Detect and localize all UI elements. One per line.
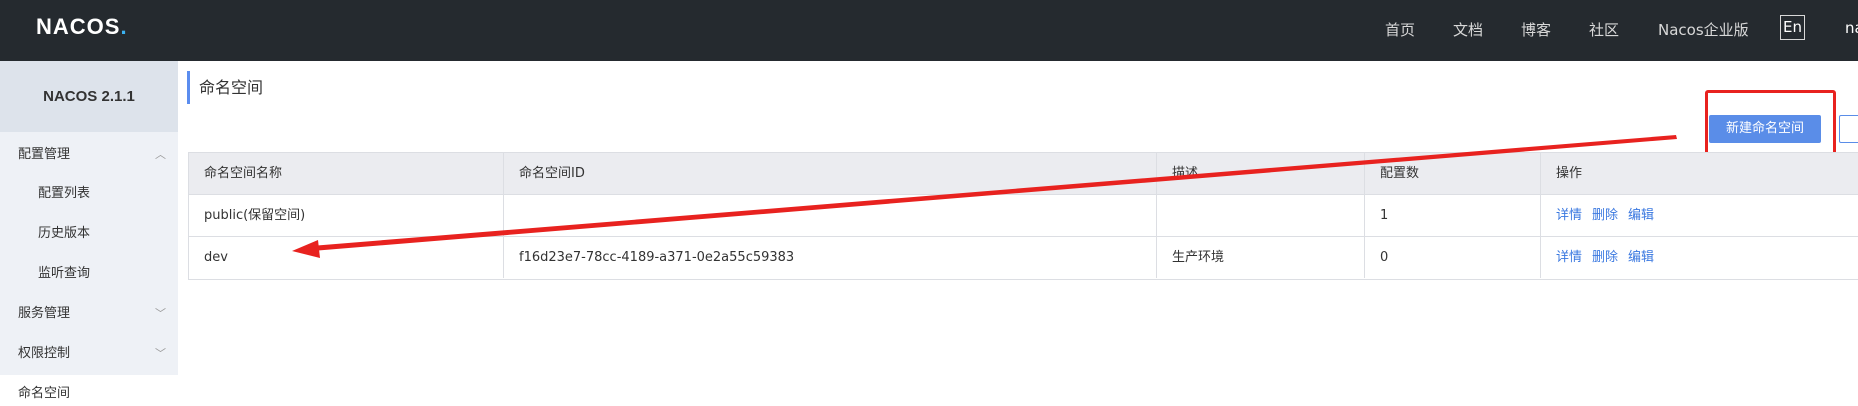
logo-dot: . (120, 14, 128, 39)
secondary-button[interactable] (1839, 115, 1858, 143)
detail-link[interactable]: 详情 (1556, 208, 1582, 223)
namespace-name-cell: dev (189, 237, 504, 278)
top-bar: NACOS. 首页 文档 博客 社区 Nacos企业版 En na (0, 0, 1858, 61)
sidebar-item-label: 命名空间 (18, 386, 71, 401)
config-count-cell: 1 (1365, 195, 1541, 236)
namespace-name-cell: public(保留空间) (189, 195, 504, 236)
nav-home[interactable]: 首页 (1385, 19, 1415, 40)
delete-link[interactable]: 删除 (1592, 208, 1618, 223)
sidebar-item-config-list[interactable]: 配置列表 (0, 175, 178, 213)
column-header-actions: 操作 (1556, 166, 1583, 181)
sidebar-item-service-management[interactable]: 服务管理 ﹀ (0, 295, 178, 333)
user-name[interactable]: na (1845, 19, 1858, 37)
sidebar-item-label: 权限控制 (18, 346, 71, 361)
actions-cell: 详情 删除 编辑 (1541, 237, 1858, 278)
edit-link[interactable]: 编辑 (1628, 250, 1654, 265)
column-header-config-count: 配置数 (1365, 153, 1541, 194)
logo-text: NACOS (36, 14, 121, 39)
language-toggle-button[interactable]: En (1780, 15, 1805, 40)
sidebar-item-history[interactable]: 历史版本 (0, 215, 178, 253)
detail-link[interactable]: 详情 (1556, 250, 1582, 265)
nav-blog[interactable]: 博客 (1521, 19, 1551, 40)
sidebar-item-label: 配置列表 (38, 186, 91, 201)
sidebar-item-config-management[interactable]: 配置管理 ︿ (0, 136, 178, 174)
namespace-id-cell (504, 195, 1157, 236)
sidebar-item-access-control[interactable]: 权限控制 ﹀ (0, 335, 178, 373)
table-header-row: 命名空间名称 命名空间ID 描述 配置数 操作 (189, 153, 1858, 195)
column-header-name: 命名空间名称 (189, 153, 504, 194)
table-row: dev f16d23e7-78cc-4189-a371-0e2a55c59383… (189, 237, 1858, 279)
sidebar-item-namespace[interactable]: 命名空间 (0, 375, 178, 406)
nav-enterprise[interactable]: Nacos企业版 (1658, 19, 1749, 40)
sidebar: NACOS 2.1.1 配置管理 ︿ 配置列表 历史版本 监听查询 服务管理 ﹀… (0, 61, 178, 406)
sidebar-item-label: 监听查询 (38, 266, 91, 281)
delete-link[interactable]: 删除 (1592, 250, 1618, 265)
sidebar-item-label: 历史版本 (38, 226, 91, 241)
sidebar-item-label: 配置管理 (18, 147, 71, 162)
nav-community[interactable]: 社区 (1589, 19, 1619, 40)
table-row: public(保留空间) 1 详情 删除 编辑 (189, 195, 1858, 237)
chevron-up-icon: ︿ (155, 148, 166, 161)
nacos-logo[interactable]: NACOS. (36, 14, 128, 40)
column-header-description: 描述 (1157, 153, 1365, 194)
actions-cell: 详情 删除 编辑 (1541, 195, 1858, 236)
sidebar-item-listener-query[interactable]: 监听查询 (0, 255, 178, 293)
chevron-down-icon: ﹀ (155, 347, 166, 360)
namespace-table: 命名空间名称 命名空间ID 描述 配置数 操作 public(保留空间) 1 详… (188, 152, 1858, 280)
description-cell: 生产环境 (1157, 237, 1365, 278)
description-cell (1157, 195, 1365, 236)
column-header-id: 命名空间ID (504, 153, 1157, 194)
chevron-down-icon: ﹀ (155, 307, 166, 320)
sidebar-version: NACOS 2.1.1 (0, 61, 178, 132)
config-count-cell: 0 (1365, 237, 1541, 278)
nav-docs[interactable]: 文档 (1453, 19, 1483, 40)
sidebar-item-label: 服务管理 (18, 306, 71, 321)
new-namespace-button[interactable]: 新建命名空间 (1709, 115, 1821, 143)
namespace-id-cell: f16d23e7-78cc-4189-a371-0e2a55c59383 (504, 237, 1157, 278)
edit-link[interactable]: 编辑 (1628, 208, 1654, 223)
page-title: 命名空间 (187, 71, 263, 104)
